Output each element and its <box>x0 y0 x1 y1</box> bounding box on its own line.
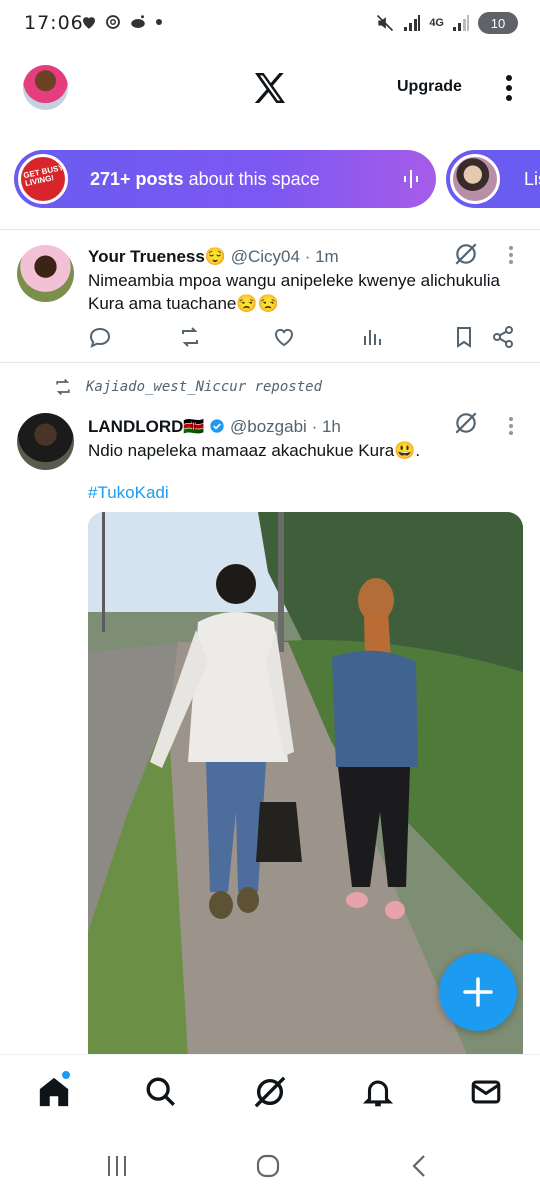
top-header: Upgrade <box>0 56 540 120</box>
status-system-icons: 4G 10 <box>375 12 518 34</box>
battery-level: 10 <box>490 15 506 31</box>
post-time: · 1h <box>311 417 341 436</box>
signal-2-icon <box>453 15 469 31</box>
notifications-icon[interactable] <box>361 1075 395 1109</box>
repost-indicator[interactable]: Kajiado_west_Niccur reposted <box>52 377 322 397</box>
space-pill-text: 271+ posts about this space <box>90 169 320 190</box>
space-2-label: Lis <box>524 169 540 189</box>
post-author-avatar[interactable] <box>17 245 74 302</box>
reply-icon[interactable] <box>88 325 112 349</box>
reposted-by-label: Kajiado_west_Niccur reposted <box>86 379 323 395</box>
network-type: 4G <box>429 17 444 29</box>
space-host-logo: GET BUSY LIVING! <box>18 154 68 204</box>
audio-wave-icon <box>404 170 418 188</box>
post-author-name[interactable]: Your Trueness😌 <box>88 247 226 266</box>
grok-icon[interactable] <box>453 241 479 267</box>
heart-notification-icon <box>83 17 95 29</box>
back-icon[interactable] <box>406 1152 434 1180</box>
repost-icon <box>56 378 70 396</box>
post-actions <box>88 325 518 353</box>
post-time: · 1m <box>304 247 339 266</box>
post-author-handle: @Cicy04 <box>230 247 300 266</box>
verified-badge-icon <box>210 419 224 433</box>
space-post-count: 271+ posts <box>90 169 184 189</box>
plus-icon <box>463 977 493 1007</box>
like-icon[interactable] <box>272 325 296 349</box>
post-header: Your Trueness😌 @Cicy04 · 1m <box>88 247 339 267</box>
x-logo-icon[interactable] <box>250 68 290 108</box>
post-author-avatar[interactable] <box>17 413 74 470</box>
battery-indicator: 10 <box>478 12 518 34</box>
post-author-handle: @bozgabi <box>230 417 307 436</box>
upgrade-button[interactable]: Upgrade <box>397 78 462 96</box>
system-navigation-bar <box>0 1134 540 1200</box>
messages-icon[interactable] <box>469 1075 503 1109</box>
space-pill-caption: about this space <box>183 169 320 189</box>
threads-notification-icon <box>106 15 120 29</box>
space-2-host-avatar <box>450 154 500 204</box>
post-more-icon[interactable] <box>508 416 514 436</box>
status-notification-icons <box>80 13 164 31</box>
share-icon[interactable] <box>491 325 515 349</box>
space-logo-text: GET BUSY LIVING! <box>22 162 65 189</box>
divider <box>0 362 540 363</box>
views-icon[interactable] <box>360 325 384 349</box>
post-hashtag[interactable]: #TukoKadi <box>88 483 169 503</box>
search-icon[interactable] <box>144 1075 178 1109</box>
repost-icon[interactable] <box>178 325 202 349</box>
bottom-navigation <box>0 1054 540 1134</box>
status-bar: 17:06 4G 10 <box>0 0 540 48</box>
reddit-notification-icon <box>131 15 145 28</box>
status-time: 17:06 <box>24 12 84 34</box>
home-button-icon[interactable] <box>254 1152 282 1180</box>
post-author-name[interactable]: LANDLORD🇰🇪 <box>88 417 205 436</box>
mute-icon <box>377 14 394 32</box>
more-vertical-icon[interactable] <box>502 72 516 104</box>
post-text: Nimeambia mpoa wangu anipeleke kwenye al… <box>88 271 501 313</box>
grok-icon[interactable] <box>453 410 479 436</box>
post-header: LANDLORD🇰🇪 @bozgabi · 1h <box>88 417 341 437</box>
spaces-carousel: GET BUSY LIVING! 271+ posts about this s… <box>14 150 540 208</box>
home-icon[interactable] <box>37 1075 71 1109</box>
more-notifications-dot-icon <box>156 19 162 25</box>
bookmark-icon[interactable] <box>452 325 476 349</box>
space-pill-2[interactable]: Lis <box>446 150 540 208</box>
compose-post-button[interactable] <box>439 953 517 1031</box>
space-pill[interactable]: GET BUSY LIVING! 271+ posts about this s… <box>14 150 436 208</box>
signal-icon <box>404 15 421 31</box>
home-notification-dot <box>62 1071 70 1079</box>
post-1[interactable]: Your Trueness😌 @Cicy04 · 1m Nimeambia mp… <box>0 229 540 362</box>
grok-icon[interactable] <box>253 1075 287 1109</box>
profile-avatar[interactable] <box>23 65 68 110</box>
recent-apps-icon[interactable] <box>103 1152 131 1180</box>
post-more-icon[interactable] <box>508 245 514 265</box>
post-text: Ndio napeleka mamaaz akachukue Kura😃. <box>88 441 421 460</box>
